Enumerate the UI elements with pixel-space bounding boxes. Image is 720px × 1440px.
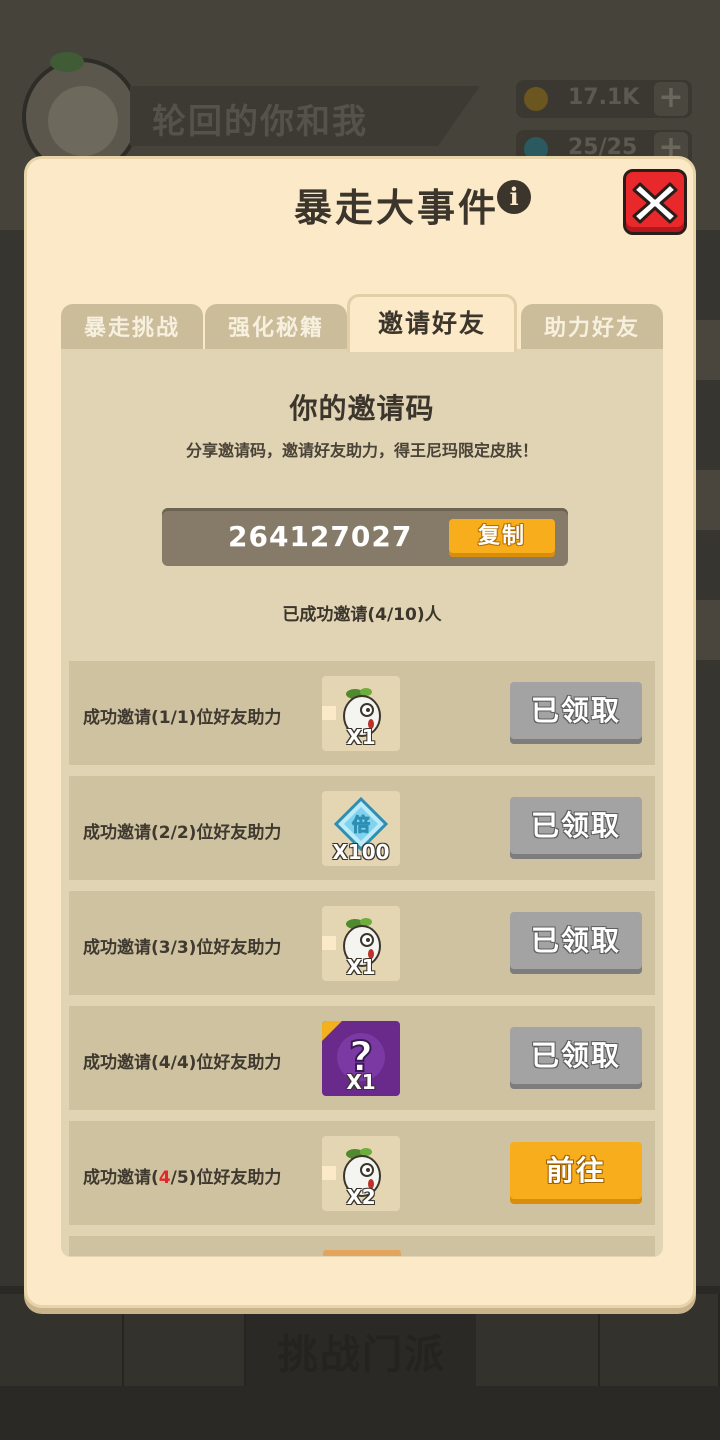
tab-rampage-challenge[interactable]: 暴走挑战 [61,304,203,352]
event-modal: 暴走大事件 i 暴走挑战 强化秘籍 邀请好友 助力好友 你的邀请码 分享邀请码，… [24,156,696,1308]
reward-quantity: X1 [346,725,376,749]
face-icon [48,86,118,156]
claimed-button[interactable]: 已领取 [510,682,642,744]
modal-title: 暴走大事件 [293,186,499,230]
coin-counter: 17.1K + [516,80,692,118]
player-name: 轮回的你和我 [152,102,368,142]
reward-condition: 成功邀请(3/3)位好友助力 [83,938,282,958]
invite-panel: 你的邀请码 分享邀请码，邀请好友助力，得王尼玛限定皮肤！ 264127027 复… [61,349,663,1257]
reward-row: 成功邀请(4/5)位好友助力 X2 前往 [69,1121,655,1225]
reward-row: 成功邀请(2/2)位好友助力 倍 X100 已领取 [69,776,655,880]
leaf-icon [50,52,84,72]
reward-quantity: X100 [332,840,390,864]
side-button[interactable] [692,320,720,380]
claimed-button[interactable]: 已领取 [510,797,642,859]
invite-progress: 已成功邀请(4/10)人 [282,605,442,625]
reward-row: 成功邀请(1/1)位好友助力 X1 已领取 [69,661,655,765]
reward-quantity: X2 [346,1185,376,1209]
coin-icon [524,87,548,111]
svg-text:倍: 倍 [352,814,370,836]
coin-value: 17.1K [568,85,640,110]
reward-item[interactable]: X1 [322,906,400,981]
challenge-sect-label[interactable]: 挑战门派 [278,1322,446,1380]
reward-row: 成功邀请(3/3)位好友助力 X1 已领取 [69,891,655,995]
reward-quantity: X1 [346,1070,376,1094]
reward-item[interactable]: X2 [322,1136,400,1211]
close-button[interactable] [623,169,687,235]
tab-assist-friends[interactable]: 助力好友 [521,304,663,352]
reward-condition: 成功邀请(2/2)位好友助力 [83,823,282,843]
tab-enhance-manual[interactable]: 强化秘籍 [205,304,347,352]
side-button[interactable] [692,470,720,530]
invite-code-box: 264127027 复制 [162,508,568,566]
reward-item[interactable]: 倍 X100 [322,791,400,866]
close-icon [632,182,678,224]
reward-item[interactable]: ? X1 [322,1021,400,1096]
reward-quantity: X1 [346,955,376,979]
add-coin-button[interactable]: + [654,82,688,116]
copy-button[interactable]: 复制 [449,519,555,557]
reward-condition: 成功邀请(4/5)位好友助力 [83,1168,282,1188]
invite-subtitle: 分享邀请码，邀请好友助力，得王尼玛限定皮肤！ [185,441,538,460]
claimed-button[interactable]: 已领取 [510,1027,642,1089]
claimed-button[interactable]: 已领取 [510,912,642,974]
invite-code-heading: 你的邀请码 [289,392,435,425]
reward-row: 成功邀请(4/4)位好友助力 ? X1 已领取 [69,1006,655,1110]
reward-condition: 成功邀请(1/1)位好友助力 [83,708,282,728]
tab-invite-friends[interactable]: 邀请好友 [347,294,517,352]
side-button[interactable] [692,600,720,660]
reward-item-edge [323,1250,401,1256]
reward-item[interactable]: X1 [322,676,400,751]
reward-condition: 成功邀请(4/4)位好友助力 [83,1053,282,1073]
invite-code-value: 264127027 [228,520,413,553]
reward-row-partial [69,1236,655,1256]
go-button[interactable]: 前往 [510,1142,642,1204]
info-icon[interactable]: i [497,180,531,214]
